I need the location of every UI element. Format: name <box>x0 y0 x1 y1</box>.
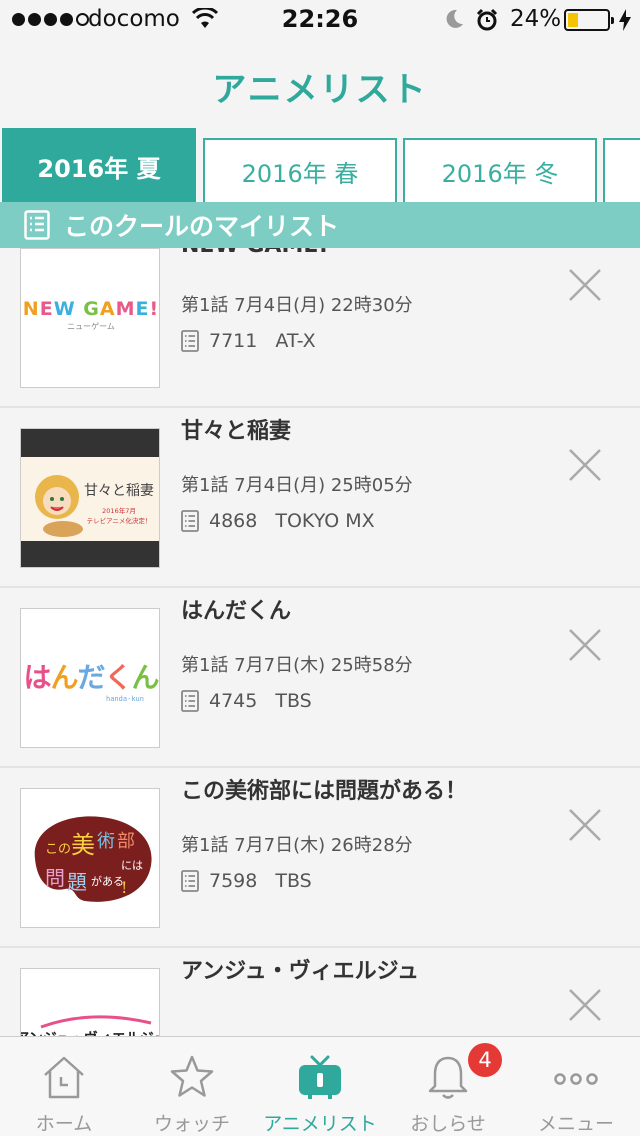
list-item[interactable]: NEW GAME! ニューゲーム NEW GAME! 第1話 7月4日(月) 2… <box>0 248 640 408</box>
close-icon[interactable] <box>568 628 602 662</box>
do-not-disturb-icon <box>446 9 463 28</box>
mylist-label: このクールのマイリスト <box>64 212 340 241</box>
tab-next-season[interactable] <box>603 138 640 202</box>
anime-title[interactable]: NEW GAME! <box>181 248 328 258</box>
anime-meta: 7598 TBS <box>181 870 312 892</box>
anime-thumbnail-bijutsubu: この 美 術 部 には 問 題 がある ! <box>20 788 160 928</box>
channel-name: TBS <box>275 690 312 712</box>
list-icon <box>24 210 50 240</box>
home-icon <box>44 1056 84 1099</box>
list-item[interactable]: アンジュ・ヴィエルジュ アンジュ・ヴィエルジュ <box>0 948 640 1036</box>
list-icon <box>181 690 199 712</box>
svg-text:題: 題 <box>67 870 87 894</box>
tab-anime-list[interactable]: アニメリスト <box>256 1037 384 1136</box>
alarm-icon <box>476 8 498 31</box>
list-icon <box>181 870 199 892</box>
tab-label: ホーム <box>35 1113 93 1135</box>
svg-text:2016年7月: 2016年7月 <box>102 506 136 515</box>
anime-meta: 4745 TBS <box>181 690 312 712</box>
close-icon[interactable] <box>568 268 602 302</box>
watcher-count: 7598 <box>209 870 258 892</box>
tab-2016-winter[interactable]: 2016年 冬 <box>403 138 597 202</box>
bell-icon <box>428 1056 468 1099</box>
tab-2016-summer[interactable]: 2016年 夏 <box>2 128 196 202</box>
list-item[interactable]: 甘々と稲妻 2016年7月 テレビアニメ化決定！ 甘々と稲妻 第1話 7月4日(… <box>0 408 640 588</box>
battery-percentage: 24% <box>510 6 562 32</box>
tab-label: メニュー <box>537 1113 614 1135</box>
anime-meta: 4868 TOKYO MX <box>181 510 375 532</box>
svg-text:!: ! <box>121 878 127 897</box>
anime-title[interactable]: はんだくん <box>181 593 291 625</box>
svg-text:美: 美 <box>71 831 95 859</box>
list-item[interactable]: はんだくん handa-kun はんだくん 第1話 7月7日(木) 25時58分… <box>0 588 640 768</box>
anime-thumbnail-amaama: 甘々と稲妻 2016年7月 テレビアニメ化決定！ <box>20 428 160 568</box>
tab-2016-spring[interactable]: 2016年 春 <box>203 138 397 202</box>
episode-info: 第1話 7月7日(木) 25時58分 <box>181 655 413 676</box>
svg-text:この: この <box>45 842 71 857</box>
close-icon[interactable] <box>568 808 602 842</box>
svg-text:テレビアニメ化決定！: テレビアニメ化決定！ <box>87 516 152 525</box>
episode-info: 第1話 7月4日(月) 25時05分 <box>181 475 413 496</box>
season-tabs: 2016年 夏 2016年 春 2016年 冬 <box>0 128 640 202</box>
svg-text:handa-kun: handa-kun <box>106 695 144 703</box>
channel-name: TBS <box>275 870 312 892</box>
svg-text:には: には <box>121 859 143 872</box>
anime-title[interactable]: アンジュ・ヴィエルジュ <box>181 953 419 985</box>
tab-label: アニメリスト <box>263 1113 377 1135</box>
svg-text:問: 問 <box>45 866 65 890</box>
status-bar: docomo 22:26 24% <box>0 0 640 40</box>
list-item[interactable]: この 美 術 部 には 問 題 がある ! この美術部には問題がある！ 第1話 … <box>0 768 640 948</box>
tab-menu[interactable]: メニュー <box>512 1037 640 1136</box>
anime-thumbnail-handa-kun: はんだくん handa-kun <box>20 608 160 748</box>
watcher-count: 4745 <box>209 690 258 712</box>
watcher-count: 4868 <box>209 510 258 532</box>
mylist-header: このクールのマイリスト <box>0 202 640 248</box>
episode-info: 第1話 7月7日(木) 26時28分 <box>181 835 413 856</box>
close-icon[interactable] <box>568 988 602 1022</box>
svg-text:がある: がある <box>91 874 124 888</box>
anime-thumbnail-new-game: NEW GAME! ニューゲーム <box>20 248 160 388</box>
svg-text:はんだくん: はんだくん <box>23 661 159 694</box>
more-icon <box>554 1073 598 1085</box>
channel-name: TOKYO MX <box>275 510 375 532</box>
channel-name: AT-X <box>275 330 316 352</box>
tv-icon <box>299 1055 341 1099</box>
star-icon <box>170 1055 214 1097</box>
episode-info: 第1話 7月4日(月) 22時30分 <box>181 295 413 316</box>
charging-icon <box>619 9 631 31</box>
anime-thumbnail-ange-vierge: アンジュ・ヴィエルジュ <box>20 968 160 1036</box>
svg-text:甘々と稲妻: 甘々と稲妻 <box>84 483 154 499</box>
svg-text:部: 部 <box>117 831 135 852</box>
close-icon[interactable] <box>568 448 602 482</box>
bottom-tab-bar: ホーム ウォッチ アニメリスト おしらせ メニュー <box>0 1036 640 1136</box>
svg-text:NEW GAME!: NEW GAME! <box>23 298 159 320</box>
anime-list: NEW GAME! ニューゲーム NEW GAME! 第1話 7月4日(月) 2… <box>0 248 640 1036</box>
list-icon <box>181 330 199 352</box>
notification-badge: 4 <box>468 1043 502 1077</box>
anime-title[interactable]: この美術部には問題がある！ <box>181 773 467 805</box>
page-title: アニメリスト <box>212 70 428 110</box>
list-icon <box>181 510 199 532</box>
svg-text:ニューゲーム: ニューゲーム <box>67 321 115 331</box>
tab-home[interactable]: ホーム <box>0 1037 128 1136</box>
anime-meta: 7711 AT-X <box>181 330 316 352</box>
watcher-count: 7711 <box>209 330 258 352</box>
tab-watch[interactable]: ウォッチ <box>128 1037 256 1136</box>
tab-label: おしらせ <box>410 1113 486 1135</box>
svg-text:術: 術 <box>97 831 115 852</box>
tab-label: ウォッチ <box>153 1113 230 1135</box>
battery-icon <box>564 9 614 31</box>
anime-title[interactable]: 甘々と稲妻 <box>181 413 291 445</box>
